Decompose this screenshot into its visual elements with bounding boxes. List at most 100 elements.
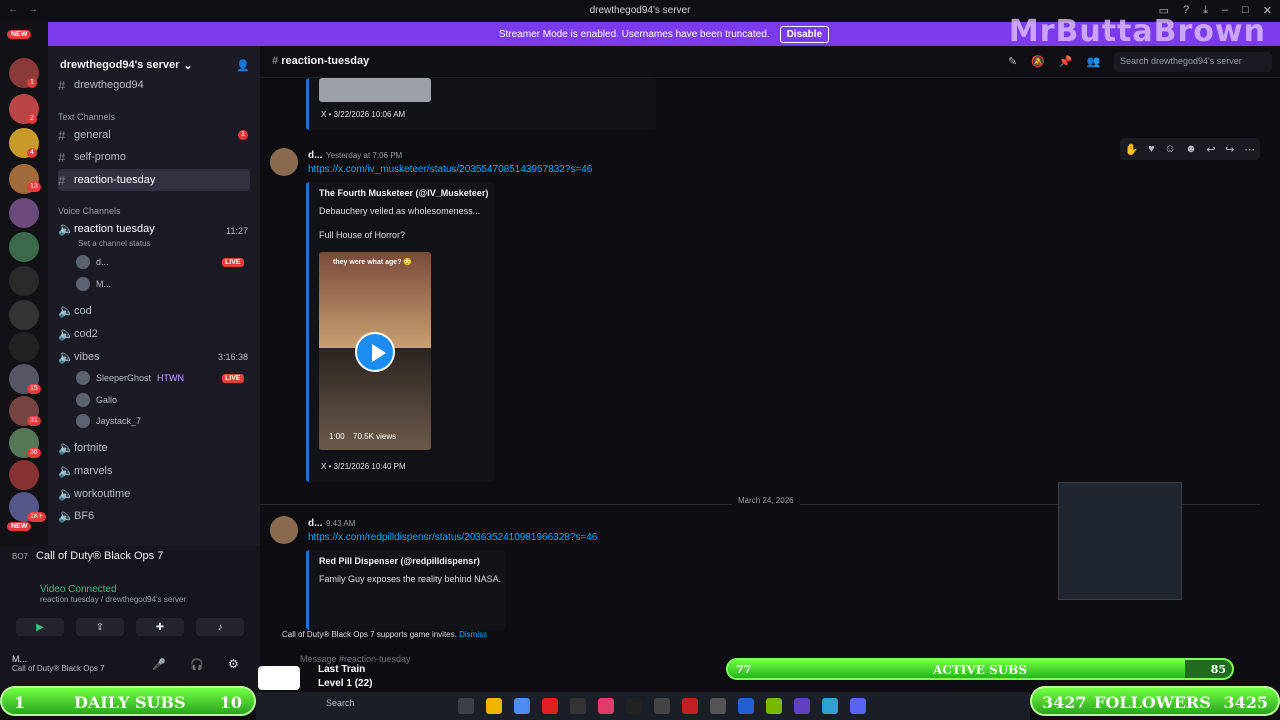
mention-badge: 4 [27, 148, 37, 158]
dismiss-link[interactable]: Dismiss [459, 630, 487, 639]
members-icon[interactable]: 👥 [1087, 55, 1101, 68]
voice-channel-cod[interactable]: 🔈 cod [58, 300, 92, 322]
server-icon[interactable] [9, 198, 39, 228]
channel-drewthegod94[interactable]: # drewthegod94 [58, 74, 144, 96]
channel-self-promo[interactable]: # self-promo [58, 146, 126, 168]
threads-icon[interactable]: ✎ [1008, 55, 1017, 68]
message-link[interactable]: https://x.com/redpilldispensr/status/203… [308, 532, 597, 543]
voice-channel-cod2[interactable]: 🔈 cod2 [58, 323, 98, 345]
youtube-icon[interactable] [542, 698, 558, 714]
notifications-icon[interactable]: 🔕 [1031, 55, 1045, 68]
app-icon[interactable] [626, 698, 642, 714]
headphones-icon[interactable]: 🎧 [190, 658, 204, 671]
forward-icon[interactable]: ↪ [1225, 143, 1234, 156]
channel-label: self-promo [74, 151, 126, 163]
embed-image[interactable] [319, 78, 431, 102]
live-badge: LIVE [222, 374, 244, 383]
voice-channel-reaction-tuesday[interactable]: 🔈 reaction tuesday [58, 218, 155, 240]
unread-badge: 1 [238, 130, 248, 140]
heart-icon[interactable]: ♥ [1148, 143, 1155, 155]
avatar [76, 414, 90, 428]
embed-title[interactable]: Red Pill Dispenser (@redpilldispensr) [319, 556, 480, 566]
server-icon[interactable] [9, 460, 39, 490]
message-author[interactable]: d... [308, 518, 322, 529]
voice-user[interactable]: d... [76, 252, 109, 272]
voice-user[interactable]: Gallo [76, 390, 117, 410]
daily-subs-label: DAILY SUBS [74, 693, 186, 712]
voice-channel-marvels[interactable]: 🔈 marvels [58, 460, 113, 482]
add-reaction-icon[interactable]: ☻ [1185, 143, 1197, 155]
app-icon[interactable] [570, 698, 586, 714]
app-icon[interactable] [738, 698, 754, 714]
voice-channels-category[interactable]: Voice Channels [58, 206, 121, 216]
avatar [76, 371, 90, 385]
camera-button[interactable]: ▶ [16, 618, 64, 636]
reply-icon[interactable]: ↩ [1206, 143, 1215, 156]
kick-server-icon[interactable] [9, 266, 39, 296]
folder-icon[interactable] [486, 698, 502, 714]
message-actions: ✋ ♥ ☺ ☻ ↩ ↪ ⋯ [1120, 138, 1260, 160]
mention-badge: 1K+ [27, 512, 46, 522]
discord-icon[interactable] [850, 698, 866, 714]
voice-channel-vibes[interactable]: 🔈 vibes [58, 346, 100, 368]
embed-text: Debauchery veiled as wholesomeness... [319, 206, 481, 216]
embed-footer: X • 3/21/2026 10:40 PM [321, 462, 406, 471]
pin-icon[interactable]: 📌 [1059, 55, 1073, 68]
app-icon[interactable] [710, 698, 726, 714]
disable-streamer-button[interactable]: Disable [779, 25, 830, 43]
voice-channel-workoutime[interactable]: 🔈 workoutime [58, 483, 130, 505]
app-icon[interactable] [598, 698, 614, 714]
gear-icon[interactable]: ⚙ [228, 657, 239, 671]
avatar[interactable] [270, 516, 298, 544]
app-icon[interactable] [514, 698, 530, 714]
laugh-icon[interactable]: ☺ [1164, 143, 1175, 155]
subs-label: ACTIVE SUBS [933, 663, 1027, 677]
voice-channel-fortnite[interactable]: 🔈 fortnite [58, 437, 108, 459]
followers-bar: 3427 FOLLOWERS 3425 [1030, 686, 1280, 716]
voice-user[interactable]: SleeperGhost HTWN [76, 368, 184, 388]
server-icon[interactable] [9, 232, 39, 262]
message-link[interactable]: https://x.com/iv_musketeer/status/203554… [308, 164, 592, 175]
app-icon[interactable] [682, 698, 698, 714]
search-input[interactable]: Search drewthegod94's server [1114, 52, 1272, 72]
more-icon[interactable]: ⋯ [1244, 143, 1255, 156]
voice-channel-bf6[interactable]: 🔈 BF6 [58, 505, 94, 527]
app-icon[interactable] [794, 698, 810, 714]
user-tag: HTWN [157, 373, 185, 383]
channel-label: reaction tuesday [74, 223, 155, 235]
fire-icon[interactable]: ✋ [1125, 143, 1139, 156]
avatar[interactable] [270, 148, 298, 176]
channel-general[interactable]: # general [58, 124, 111, 146]
nvidia-icon[interactable] [766, 698, 782, 714]
hash-icon: # [58, 149, 66, 165]
voice-user[interactable]: M... [76, 274, 111, 294]
r-server-icon[interactable] [9, 332, 39, 362]
screen-share-button[interactable]: ⇪ [76, 618, 124, 636]
song-level: Level 1 (22) [318, 678, 373, 689]
channel-status[interactable]: Set a channel status [78, 239, 151, 248]
activities-button[interactable]: ✚ [136, 618, 184, 636]
voice-user[interactable]: Jaystack_7 [76, 411, 141, 431]
current-user[interactable]: M... Call of Duty® Black Ops 7 [12, 654, 105, 673]
music-overlay: Last Train Level 1 (22) [254, 662, 414, 696]
app-icon[interactable] [458, 698, 474, 714]
soundboard-button[interactable]: ♪ [196, 618, 244, 636]
channel-label: general [74, 129, 111, 141]
text-channels-category[interactable]: Text Channels [58, 112, 115, 122]
voice-connection[interactable]: Video Connected reaction tuesday / drewt… [40, 584, 186, 604]
followers-current: 3427 [1042, 693, 1087, 712]
app-icon[interactable] [654, 698, 670, 714]
voice-timer: 3:16:38 [217, 352, 248, 362]
browser-icon[interactable] [822, 698, 838, 714]
active-subs-bar: 77 ACTIVE SUBS 85 [726, 658, 1234, 680]
play-button[interactable] [355, 332, 395, 372]
message-author[interactable]: d... [308, 150, 322, 161]
streamer-mode-text: Streamer Mode is enabled. Usernames have… [498, 28, 770, 40]
video-thumbnail[interactable]: they were what age? 😳 1:00 70.5K views [319, 252, 431, 450]
channel-reaction-tuesday[interactable]: # reaction-tuesday [58, 169, 250, 191]
server-icon[interactable] [9, 300, 39, 330]
embed-title[interactable]: The Fourth Musketeer (@IV_Musketeer) [319, 188, 488, 198]
add-member-icon[interactable]: 👤 [236, 59, 250, 72]
mic-icon[interactable]: 🎤 [152, 658, 166, 671]
taskbar-search[interactable]: Search [326, 698, 355, 708]
